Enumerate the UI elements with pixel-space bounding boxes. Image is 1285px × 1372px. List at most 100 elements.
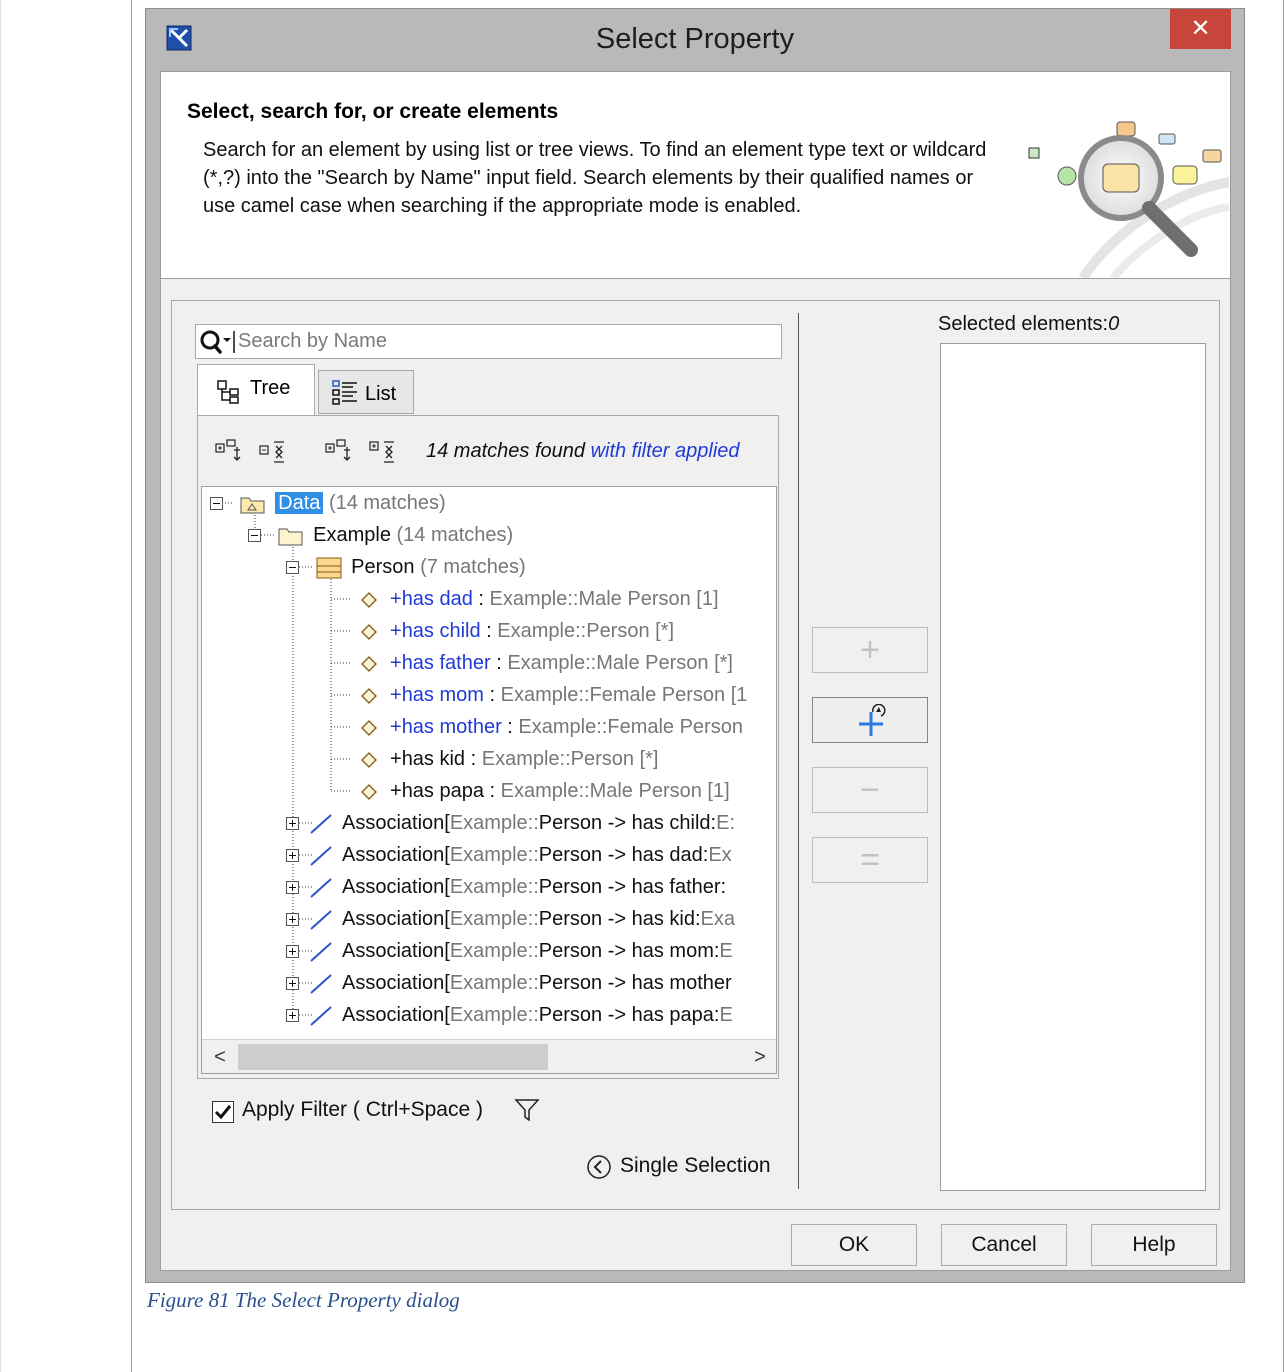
tree-node-association[interactable]: Association[Example::Person -> has kid:E… <box>286 903 735 935</box>
property-type: Example::Person [*] <box>481 748 659 770</box>
property-separator: : <box>483 684 501 706</box>
tree-node-property[interactable]: +has papa : Example::Male Person [1] <box>360 775 730 807</box>
apply-filter-checkbox[interactable] <box>212 1101 234 1123</box>
selected-elements-list[interactable] <box>940 343 1206 1191</box>
ok-button[interactable]: OK <box>791 1224 917 1266</box>
tree-node-example[interactable]: Example (14 matches) <box>248 519 513 551</box>
remove-button[interactable]: − <box>812 767 928 813</box>
tree-node-person-label: Person <box>351 556 415 578</box>
expand-toggle-icon[interactable] <box>286 816 300 831</box>
tree-node-association[interactable]: Association[Example::Person -> has child… <box>286 807 735 839</box>
tree-node-property[interactable]: +has mother : Example::Female Person <box>360 711 743 743</box>
page-column-border <box>131 0 132 1372</box>
association-label: Association[ <box>342 876 450 898</box>
association-rest: Person -> has papa: <box>538 1004 720 1026</box>
scroll-left-arrow[interactable]: < <box>208 1042 232 1072</box>
search-icon[interactable] <box>198 327 238 357</box>
association-icon <box>310 877 332 898</box>
scroll-thumb[interactable] <box>238 1044 548 1070</box>
page-left-border <box>0 0 1 1372</box>
property-icon <box>361 655 377 672</box>
tab-list-label: List <box>365 383 397 405</box>
chevron-left-circle-icon[interactable] <box>586 1154 612 1180</box>
tree-node-data[interactable]: Data (14 matches) <box>210 487 446 519</box>
tree-node-property[interactable]: +has mom : Example::Female Person [1 <box>360 679 747 711</box>
expand-toggle-icon[interactable] <box>286 976 300 991</box>
association-tail: E <box>719 1004 733 1026</box>
property-icon <box>361 623 377 640</box>
property-separator: : <box>465 748 482 770</box>
association-rest: Person -> has kid: <box>538 908 701 930</box>
association-owner: Example:: <box>449 876 539 898</box>
association-tail: E: <box>716 812 736 834</box>
selected-elements-label: Selected elements:0 <box>938 313 1119 336</box>
collapse-toggle-icon[interactable] <box>210 496 224 511</box>
horizontal-scrollbar[interactable]: < > <box>202 1039 776 1073</box>
property-name: has dad <box>401 588 473 610</box>
apply-filter-label[interactable]: Apply Filter ( Ctrl+Space ) <box>242 1098 483 1122</box>
matches-status: 14 matches found with filter applied <box>426 440 740 463</box>
tab-list[interactable]: List <box>318 370 414 414</box>
tree-view-icon <box>216 379 242 405</box>
tree-node-data-label: Data <box>275 492 324 514</box>
property-icon <box>361 751 377 768</box>
search-box[interactable] <box>195 324 782 359</box>
checkmark-icon <box>214 1105 232 1120</box>
header-description: Search for an element by using list or t… <box>203 139 987 217</box>
property-icon <box>361 591 377 608</box>
title-bar[interactable]: Select Property ✕ <box>146 9 1244 71</box>
collapse-all-icon[interactable] <box>258 438 290 466</box>
add-recursively-button[interactable] <box>812 697 928 743</box>
close-button[interactable]: ✕ <box>1170 9 1231 49</box>
cancel-button[interactable]: Cancel <box>941 1224 1067 1266</box>
dialog-content: Select, search for, or create elements S… <box>160 71 1231 1271</box>
tree-node-person[interactable]: Person (7 matches) <box>286 551 526 583</box>
selected-elements-text: Selected elements: <box>938 313 1109 335</box>
property-type: Example::Person [*] <box>497 620 675 642</box>
scroll-right-arrow[interactable]: > <box>748 1042 772 1072</box>
expand-selected-icon[interactable] <box>324 438 356 466</box>
association-tail: E <box>719 940 733 962</box>
tree-node-association[interactable]: Association[Example::Person -> has dad:E… <box>286 839 732 871</box>
property-name: has father <box>401 652 491 674</box>
association-rest: Person -> has mother <box>538 972 732 994</box>
tree-node-association[interactable]: Association[Example::Person -> has mom:E <box>286 935 733 967</box>
property-type: Example::Male Person [*] <box>507 652 733 674</box>
property-prefix: + <box>390 716 402 738</box>
tree-node-property[interactable]: +has dad : Example::Male Person [1] <box>360 583 719 615</box>
collapse-toggle-icon[interactable] <box>286 560 300 575</box>
property-icon <box>361 783 377 800</box>
package-icon <box>278 528 303 546</box>
expand-toggle-icon[interactable] <box>286 880 300 895</box>
expand-toggle-icon[interactable] <box>286 912 300 927</box>
tree-node-association[interactable]: Association[Example::Person -> has mothe… <box>286 967 732 999</box>
add-button[interactable]: + <box>812 627 928 673</box>
association-rest: Person -> has mom: <box>538 940 720 962</box>
tree-node-association[interactable]: Association[Example::Person -> has papa:… <box>286 999 733 1031</box>
tree-node-property[interactable]: +has kid : Example::Person [*] <box>360 743 658 775</box>
association-icon <box>310 1005 332 1026</box>
collapse-toggle-icon[interactable] <box>248 528 262 543</box>
association-owner: Example:: <box>449 844 539 866</box>
remove-all-button[interactable]: = <box>812 837 928 883</box>
tree-node-association[interactable]: Association[Example::Person -> has fathe… <box>286 871 726 903</box>
class-icon <box>316 557 342 579</box>
filter-icon[interactable] <box>514 1097 540 1123</box>
tree-node-property[interactable]: +has father : Example::Male Person [*] <box>360 647 733 679</box>
association-label: Association[ <box>342 812 450 834</box>
tree-view[interactable]: Data (14 matches) Example (14 matches) P… <box>201 486 777 1074</box>
expand-toggle-icon[interactable] <box>286 848 300 863</box>
search-input[interactable] <box>238 327 778 356</box>
help-button[interactable]: Help <box>1091 1224 1217 1266</box>
expand-toggle-icon[interactable] <box>286 1008 300 1023</box>
collapse-selected-icon[interactable] <box>368 438 400 466</box>
tab-tree[interactable]: Tree <box>197 364 315 416</box>
select-property-dialog: Select Property ✕ Select, search for, or… <box>145 8 1245 1283</box>
association-owner: Example:: <box>449 812 539 834</box>
expand-toggle-icon[interactable] <box>286 944 300 959</box>
main-panel: Tree List <box>171 300 1220 1210</box>
tree-node-property[interactable]: +has child : Example::Person [*] <box>360 615 674 647</box>
expand-all-icon[interactable] <box>214 438 246 466</box>
single-selection-label[interactable]: Single Selection <box>620 1154 771 1178</box>
tree-toolbar: 14 matches found with filter applied <box>198 416 778 486</box>
